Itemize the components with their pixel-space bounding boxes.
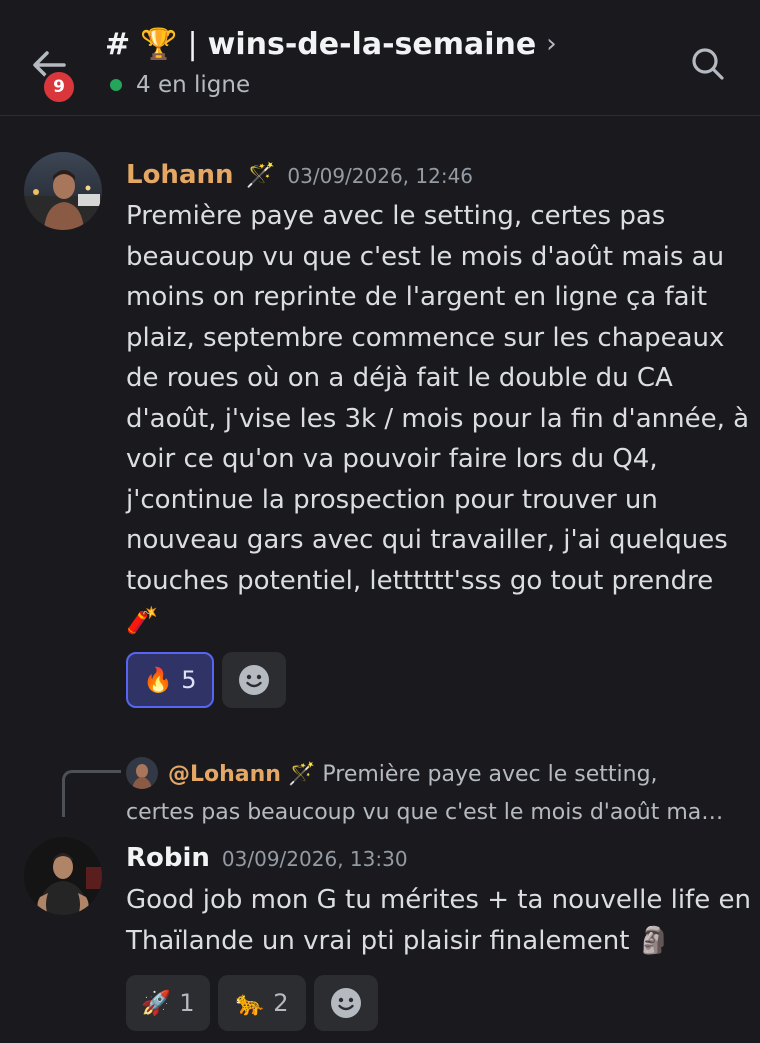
channel-title[interactable]: # 🏆 | wins-de-la-semaine › — [105, 22, 557, 66]
magic-wand-icon: 🪄 — [287, 762, 316, 787]
reply-preview-line1: Première paye avec le setting, — [322, 762, 658, 787]
message-timestamp: 03/09/2026, 12:46 — [287, 164, 474, 188]
avatar[interactable] — [24, 837, 102, 915]
title-separator: | — [187, 26, 198, 62]
add-reaction-button[interactable] — [314, 975, 378, 1031]
author-name[interactable]: Robin — [126, 843, 210, 873]
online-count: 4 en ligne — [136, 72, 251, 98]
add-reaction-button[interactable] — [222, 652, 286, 708]
firecracker-icon: 🧨 — [126, 606, 159, 636]
user-photo-icon — [126, 757, 158, 789]
channel-name: wins-de-la-semaine — [207, 26, 537, 62]
search-icon — [692, 48, 724, 80]
message-line: de roues où on a déjà fait le double du … — [126, 363, 673, 393]
reaction-bar: 🔥 5 — [126, 652, 286, 708]
message-line: touches potentiel, letttttt'sss go tout … — [126, 565, 714, 596]
hash-icon: # — [105, 26, 131, 62]
unread-badge: 9 — [41, 69, 77, 105]
online-dot-icon — [110, 79, 122, 91]
author-name[interactable]: Lohann — [126, 160, 234, 190]
reply-preview-line2: certes pas beaucoup vu que c'est le mois… — [126, 800, 724, 825]
message-line: Première paye avec le setting, certes pa… — [126, 201, 666, 231]
user-photo-icon — [24, 152, 102, 230]
reaction-count: 2 — [273, 989, 289, 1017]
magic-wand-icon: 🪄 — [245, 161, 276, 189]
message-line: plaiz, septembre commence sur les chapea… — [126, 322, 725, 353]
message-line: Thaïlande un vrai pti plaisir finalement… — [126, 921, 751, 962]
reply-connector — [62, 770, 121, 817]
message-line: Good job mon G tu mérites + ta nouvelle … — [126, 885, 751, 915]
reaction-leopard[interactable]: 🐆 2 — [218, 975, 306, 1031]
reaction-fire[interactable]: 🔥 5 — [126, 652, 214, 708]
message-line: voir ce qu'on va pouvoir faire lors du Q… — [126, 444, 658, 474]
message-header: Robin 03/09/2026, 13:30 — [126, 843, 408, 873]
reaction-bar: 🚀 1 🐆 2 — [126, 975, 378, 1031]
channel-header: 9 # 🏆 | wins-de-la-semaine › 4 en ligne — [0, 0, 760, 116]
message-body: Good job mon G tu mérites + ta nouvelle … — [126, 880, 751, 961]
online-status: 4 en ligne — [110, 72, 250, 98]
avatar[interactable] — [24, 152, 102, 230]
reply-preview-continued[interactable]: certes pas beaucoup vu que c'est le mois… — [126, 800, 723, 825]
smiley-icon — [239, 665, 269, 695]
trophy-icon: 🏆 — [140, 26, 178, 62]
fire-icon: 🔥 — [143, 666, 174, 694]
reply-avatar — [126, 757, 158, 789]
reaction-count: 5 — [181, 666, 197, 694]
smiley-icon — [331, 988, 361, 1018]
message-timestamp: 03/09/2026, 13:30 — [221, 847, 408, 871]
reaction-count: 1 — [179, 989, 195, 1017]
leopard-icon: 🐆 — [235, 989, 266, 1017]
message-line: d'août, j'vise les 3k / mois pour la fin… — [126, 403, 750, 434]
reply-mention[interactable]: @Lohann — [168, 762, 281, 787]
message-line: nouveau gars avec qui travailler, j'ai q… — [126, 525, 728, 555]
message-line: j'continue la prospection pour trouver u… — [126, 484, 658, 515]
message-line: beaucoup vu que c'est le mois d'août mai… — [126, 241, 725, 272]
user-photo-icon — [24, 837, 102, 915]
message-header: Lohann 🪄 03/09/2026, 12:46 — [126, 160, 473, 190]
reaction-rocket[interactable]: 🚀 1 — [126, 975, 210, 1031]
search-button[interactable] — [688, 44, 728, 84]
chevron-right-icon: › — [546, 29, 557, 59]
moai-icon: 🗿 — [637, 925, 671, 956]
message-line: moins on reprinte de l'argent en ligne ç… — [126, 282, 708, 312]
reply-preview[interactable]: @Lohann 🪄 Première paye avec le setting, — [168, 762, 658, 787]
message-body: Première paye avec le setting, certes pa… — [126, 196, 749, 642]
message-line-text: Thaïlande un vrai pti plaisir finalement — [126, 925, 630, 956]
rocket-icon: 🚀 — [141, 989, 172, 1017]
